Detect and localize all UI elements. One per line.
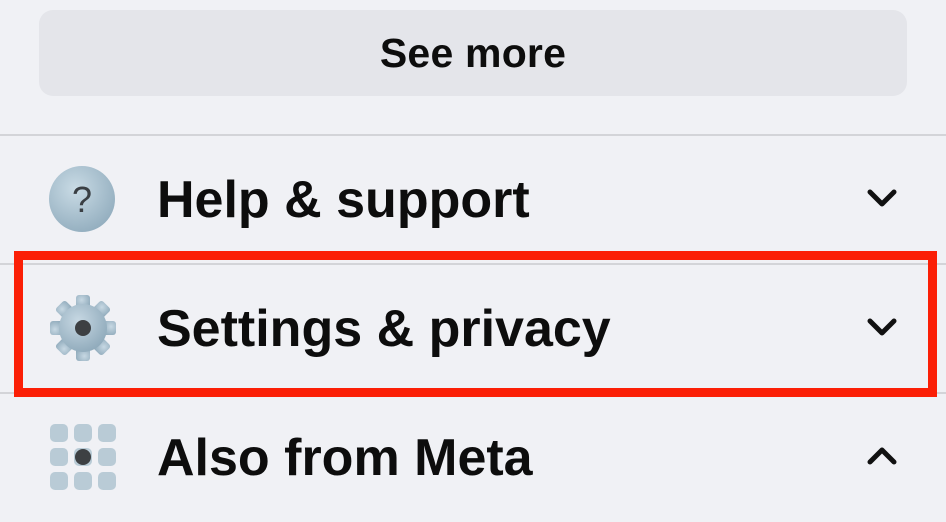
menu-item-label: Settings & privacy xyxy=(157,300,611,358)
chevron-down-icon[interactable] xyxy=(862,178,902,218)
chevron-up-icon[interactable] xyxy=(862,436,902,476)
apps-grid-icon xyxy=(48,422,118,492)
menu-item-label: Also from Meta xyxy=(157,429,533,487)
see-more-label: See more xyxy=(379,29,567,76)
menu-item-label: Help & support xyxy=(157,171,530,229)
menu-item-help-support[interactable]: ? Help & support xyxy=(0,136,946,264)
see-more-button[interactable]: See more xyxy=(39,10,907,96)
menu-item-settings-privacy[interactable]: Settings & privacy xyxy=(0,265,946,393)
gear-icon xyxy=(48,293,118,363)
help-circle-icon: ? xyxy=(48,165,118,235)
svg-text:?: ? xyxy=(72,179,92,220)
menu-item-also-from-meta[interactable]: Also from Meta xyxy=(0,394,946,522)
chevron-down-icon[interactable] xyxy=(862,307,902,347)
